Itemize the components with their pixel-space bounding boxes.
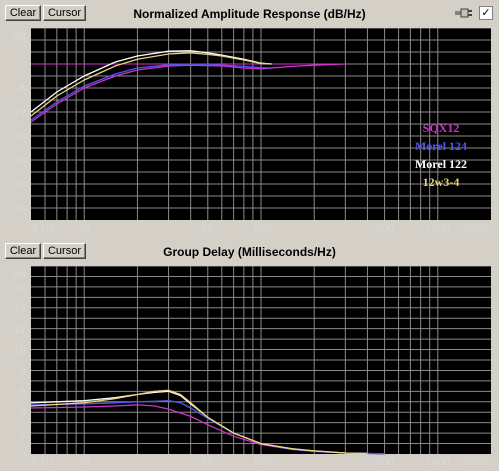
y-tick-label: 8 [20,365,26,377]
plug-icon[interactable] [455,8,473,18]
y-unit-label: ms [11,269,26,281]
y-tick-label: 6 [20,386,26,398]
y-tick-label: 14 [14,303,26,315]
amplitude-chart-title: Normalized Amplitude Response (dB/Hz) [133,7,366,21]
x-tick-label: 10 [78,222,90,233]
y-tick-label: -30 [10,179,26,191]
x-tick-label: 50 [202,456,214,467]
y-tick-label: 0 [20,59,26,71]
x-tick-label: 500 [375,222,393,233]
x-tick-label: 100 [252,222,270,233]
amplitude-header: Clear Cursor Normalized Amplitude Respon… [0,0,499,24]
amplitude-plot[interactable]: 60-6-12-18-24-30-36dB5 Hz 10 50 100 500 1000 2… [0,28,499,233]
x-tick-label: 5 Hz [32,456,55,467]
y-tick-label: 10 [14,345,26,357]
y-unit-label: dB [13,31,26,43]
y-tick-label: -12 [10,107,26,119]
legend-entry: Morel 124 [415,139,467,153]
legend-entry: 12w3-4 [423,175,460,189]
group-delay-panel: Clear Cursor Group Delay (Milliseconds/H… [0,238,499,471]
x-tick-label: 500 [375,456,393,467]
y-tick-label: 2 [20,428,26,440]
x-tick-label: 2000 [465,222,489,233]
x-tick-label: 2000 [465,456,489,467]
y-tick-label: -36 [10,203,26,215]
x-tick-label: 5 Hz [32,222,55,233]
legend-entry: SQX12 [423,121,460,135]
amplitude-panel: Clear Cursor Normalized Amplitude Respon… [0,0,499,233]
y-tick-label: 12 [14,324,26,336]
checkbox-icon[interactable]: ✓ [479,6,493,20]
x-tick-label: 1000 [426,222,450,233]
y-tick-label: 0 [20,449,26,461]
y-tick-label: -6 [16,83,26,95]
group-delay-header: Clear Cursor Group Delay (Milliseconds/H… [0,238,499,262]
legend-entry: Morel 122 [415,157,467,171]
x-tick-label: 50 [202,222,214,233]
y-tick-label: 16 [14,282,26,294]
y-tick-label: -24 [10,155,26,167]
group-delay-chart-title: Group Delay (Milliseconds/Hz) [163,245,336,259]
y-tick-label: -18 [10,131,26,143]
y-tick-label: 4 [20,407,26,419]
x-tick-label: 1000 [426,456,450,467]
x-tick-label: 100 [252,456,270,467]
x-tick-label: 10 [78,456,90,467]
group-delay-plot[interactable]: 16 14 12 10 8 6 4 2 0 ms 5 Hz 10 50 100 500 1000 2000 [0,266,499,467]
